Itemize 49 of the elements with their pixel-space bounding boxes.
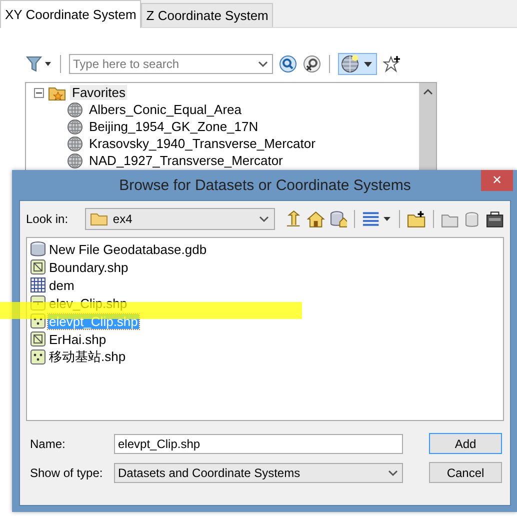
star-add-icon[interactable] [383,55,401,73]
globe-icon [67,136,83,152]
folder-icon [90,212,108,226]
type-label: Show of type: [29,466,104,480]
add-button[interactable]: Add [429,433,502,454]
home-icon[interactable] [306,210,324,228]
file-item[interactable]: ErHai.shp [48,332,108,346]
tab[interactable]: XY Coordinate System [0,0,142,28]
name-field[interactable]: elevpt_Clip.shp [114,434,403,454]
window-title: Browse for Datasets or Coordinate Systems [119,176,411,194]
database-icon [30,241,46,257]
new-folder-icon[interactable] [406,210,426,228]
globe-icon [67,118,83,134]
tab[interactable]: Z Coordinate System [141,3,274,27]
search-icon[interactable] [279,55,297,73]
dropdown-arrow-icon [364,62,372,66]
globe-icon [340,54,360,74]
globe-icon [67,102,83,118]
polygon-layer-icon [30,259,46,275]
file-item[interactable]: dem [48,278,76,292]
look-in-label: Look in: [26,212,70,226]
database-home-icon[interactable] [330,210,348,228]
cancel-button[interactable]: Cancel [429,462,502,483]
tree-item[interactable]: Albers_Conic_Equal_Area [87,102,244,117]
search-field[interactable]: Type here to search [69,54,273,74]
file-item[interactable]: Boundary.shp [48,260,130,274]
look-in-dropdown[interactable]: ex4 [84,208,276,230]
folder-star-icon [48,84,66,100]
name-label: Name: [29,436,66,450]
raster-grid-icon [30,277,46,293]
globe-dropdown-button[interactable] [338,53,377,75]
list-view-icon[interactable] [362,210,392,228]
scroll-up-icon[interactable] [422,88,432,96]
file-item[interactable]: New File Geodatabase.gdb [48,242,208,256]
up-folder-icon[interactable] [284,210,302,228]
tree-item[interactable]: NAD_1927_Transverse_Mercator [87,153,285,168]
clear-search-icon[interactable] [303,55,321,73]
type-dropdown[interactable]: Datasets and Coordinate Systems [114,462,403,482]
tree-item[interactable]: Beijing_1954_GK_Zone_17N [87,119,260,134]
tree-item[interactable]: Krasovsky_1940_Transverse_Mercator [87,136,318,151]
close-button[interactable]: × [481,170,513,191]
toolbox-icon[interactable] [486,210,504,228]
tree-item[interactable]: Favorites [70,85,128,100]
globe-icon [67,152,83,168]
point-layer-icon [30,349,46,365]
collapse-icon[interactable] [34,88,44,98]
polygon-layer-icon [30,331,46,347]
filter-icon[interactable] [26,55,52,73]
file-item[interactable]: 移动基站.shp [48,348,127,366]
